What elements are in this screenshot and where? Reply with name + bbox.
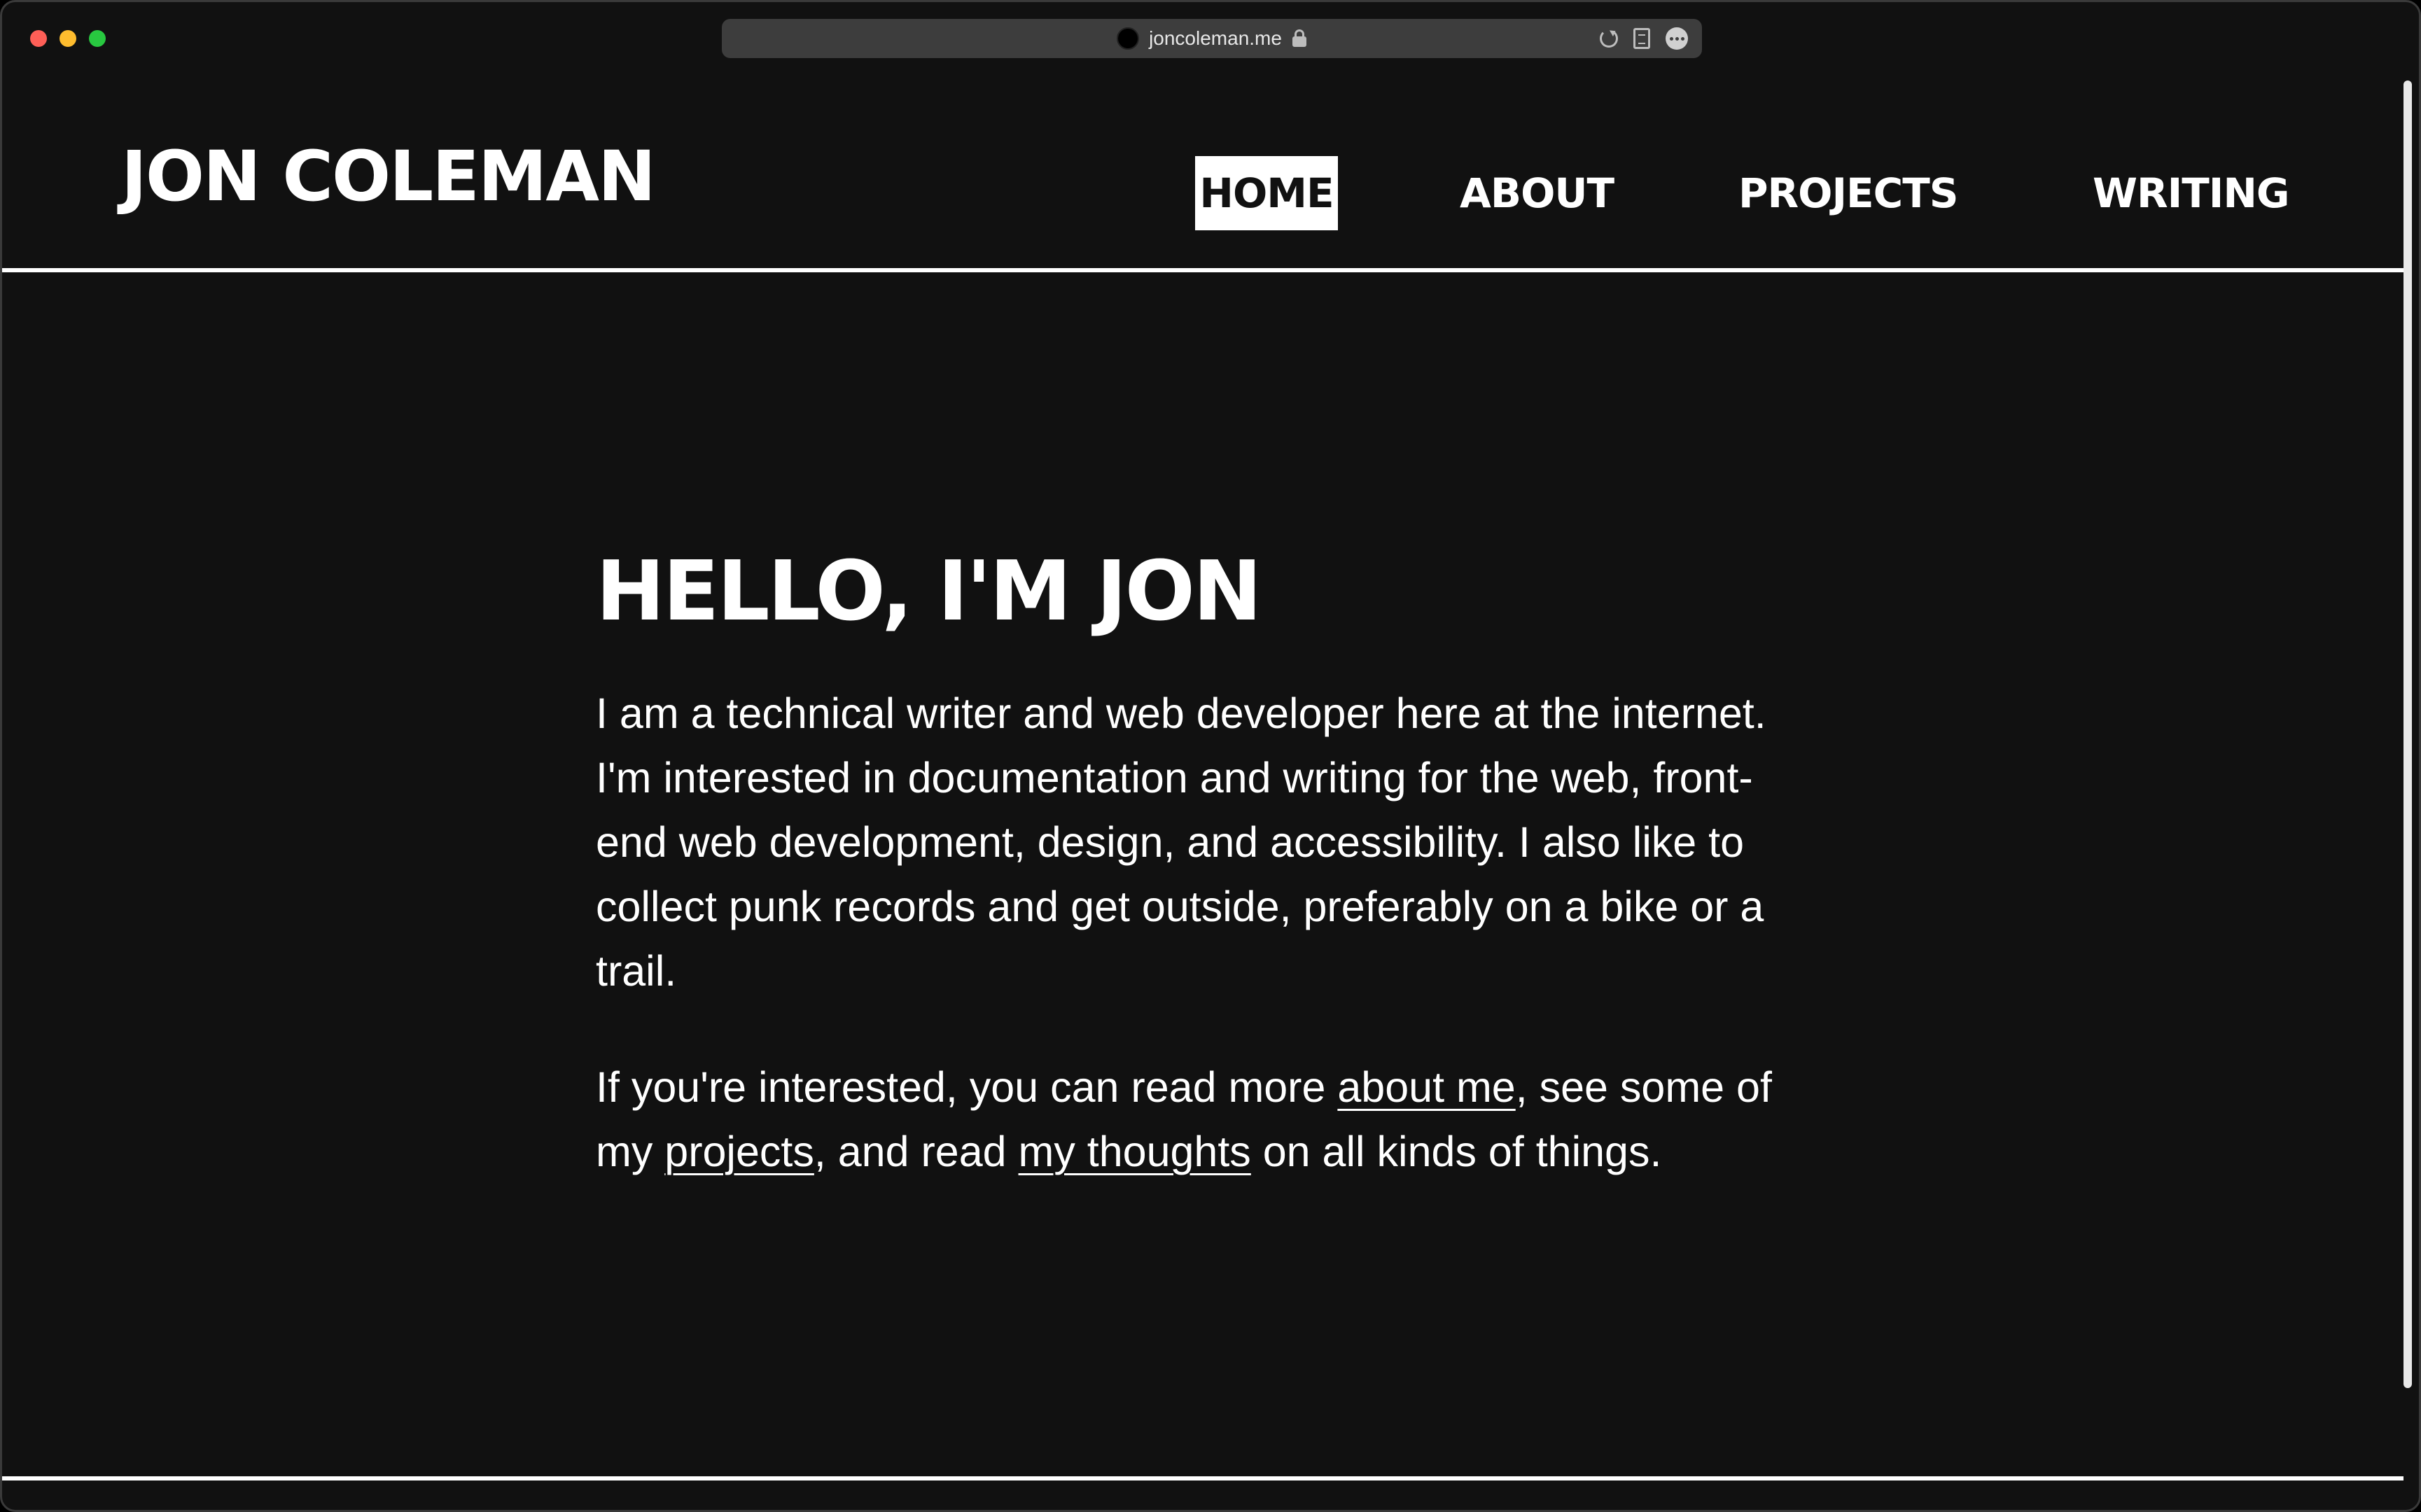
- nav-projects-link[interactable]: PROJECTS: [1738, 173, 1959, 214]
- main-content: HELLO, I'M JON I am a technical writer a…: [596, 542, 1814, 1236]
- page-scrollbar[interactable]: [2403, 80, 2412, 1388]
- more-options-icon[interactable]: [1666, 27, 1688, 50]
- close-window-button[interactable]: [30, 30, 47, 47]
- header-divider: [2, 268, 2403, 272]
- cta-text-1: If you're interested, you can read more: [596, 1063, 1338, 1111]
- footer-divider: [2, 1476, 2403, 1480]
- window-controls: [30, 30, 106, 47]
- address-bar[interactable]: joncoleman.me: [722, 19, 1702, 58]
- address-bar-actions: [1600, 19, 1688, 58]
- reader-view-icon[interactable]: [1633, 28, 1650, 49]
- nav-writing-link[interactable]: WRITING: [2093, 173, 2290, 214]
- site-favicon-icon: [1117, 27, 1140, 50]
- cta-text-4: on all kinds of things.: [1250, 1127, 1662, 1175]
- cta-text-3: , and read: [814, 1127, 1019, 1175]
- nav-home-link[interactable]: HOME: [1195, 156, 1338, 230]
- site-title[interactable]: JON COLEMAN: [121, 142, 656, 211]
- about-me-link[interactable]: about me: [1337, 1063, 1515, 1111]
- url-text[interactable]: joncoleman.me: [1149, 27, 1282, 50]
- reload-icon[interactable]: [1600, 29, 1618, 48]
- minimize-window-button[interactable]: [60, 30, 76, 47]
- projects-link[interactable]: projects: [664, 1128, 814, 1175]
- my-thoughts-link[interactable]: my thoughts: [1019, 1128, 1251, 1175]
- address-bar-center: joncoleman.me: [722, 19, 1702, 58]
- cta-paragraph: If you're interested, you can read more …: [596, 1055, 1814, 1184]
- intro-paragraph: I am a technical writer and web develope…: [596, 689, 1766, 995]
- maximize-window-button[interactable]: [89, 30, 106, 47]
- lock-icon: [1292, 29, 1307, 48]
- page-heading: HELLO, I'M JON: [596, 542, 1262, 639]
- browser-window: joncoleman.me JON COLEMAN HOME ABOUT PRO…: [0, 0, 2421, 1512]
- nav-about-link[interactable]: ABOUT: [1460, 173, 1614, 214]
